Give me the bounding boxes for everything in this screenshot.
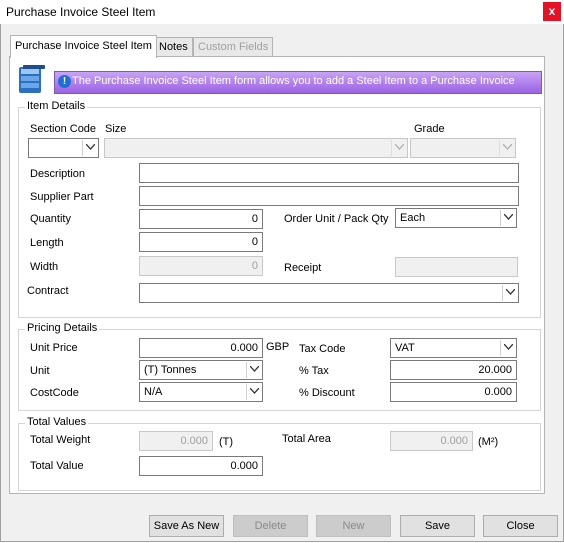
receipt-label: Receipt [284,262,322,274]
total-weight-field[interactable] [139,431,213,451]
new-button[interactable]: New [316,515,391,537]
cost-code-dropdown[interactable]: N/A [139,382,263,402]
chevron-down-icon [246,362,261,378]
chevron-down-icon [500,340,515,356]
total-weight-unit: (T) [219,436,234,448]
pct-tax-label: % Tax [299,365,329,377]
unit-label: Unit [30,365,50,377]
close-button[interactable]: Close [483,515,558,537]
contract-label: Contract [27,285,69,297]
grade-label: Grade [414,123,445,135]
total-area-unit: (M²) [478,436,499,448]
supplier-part-field[interactable] [139,186,519,206]
total-value-field[interactable] [139,456,263,476]
tax-code-dropdown[interactable]: VAT [390,338,517,358]
total-values-title: Total Values [25,416,89,428]
chevron-down-icon [82,140,97,156]
order-unit-value: Each [400,212,426,224]
order-unit-dropdown[interactable]: Each [395,208,517,228]
width-label: Width [30,261,59,273]
close-window-button[interactable]: x [543,2,561,21]
tab-custom-fields[interactable]: Custom Fields [193,37,274,57]
supplier-part-label: Supplier Part [30,191,94,203]
pricing-details-title: Pricing Details [25,322,100,334]
chevron-down-icon [502,285,517,301]
info-icon: ! [58,75,71,88]
total-area-label: Total Area [282,433,331,445]
pct-discount-label: % Discount [299,387,355,399]
currency-label: GBP [266,341,290,353]
order-unit-label: Order Unit / Pack Qty [284,213,389,225]
total-area-field[interactable] [390,431,473,451]
delete-button[interactable]: Delete [233,515,308,537]
info-banner: ! The Purchase Invoice Steel Item form a… [54,71,542,94]
contract-dropdown[interactable] [139,283,519,303]
section-code-label: Section Code [30,123,97,135]
unit-dropdown[interactable]: (T) Tonnes [139,360,263,380]
chevron-down-icon [500,210,515,226]
receipt-field[interactable] [395,257,518,277]
section-code-dropdown[interactable] [28,138,99,158]
quantity-label: Quantity [30,213,71,225]
pct-discount-field[interactable] [390,382,517,402]
length-label: Length [30,237,64,249]
save-button[interactable]: Save [400,515,475,537]
database-icon [18,64,46,96]
banner-text: The Purchase Invoice Steel Item form all… [72,75,515,87]
tax-code-value: VAT [395,342,415,354]
unit-value: (T) Tonnes [144,364,197,376]
description-label: Description [30,168,86,180]
quantity-field[interactable] [139,209,263,229]
chevron-down-icon [391,140,406,156]
chevron-down-icon [499,140,514,156]
cost-code-label: CostCode [30,387,79,399]
item-details-title: Item Details [25,100,88,112]
unit-price-label: Unit Price [30,342,78,354]
tab-purchase-invoice-steel-item[interactable]: Purchase Invoice Steel Item [10,35,157,58]
tab-notes[interactable]: Notes [154,37,193,57]
size-label: Size [105,123,127,135]
width-field[interactable] [139,256,263,276]
tax-code-label: Tax Code [299,343,346,355]
pct-tax-field[interactable] [390,360,517,380]
total-weight-label: Total Weight [30,434,91,446]
length-field[interactable] [139,232,263,252]
chevron-down-icon [246,384,261,400]
total-value-label: Total Value [30,460,84,472]
window-title: Purchase Invoice Steel Item [6,5,156,19]
description-field[interactable] [139,163,519,183]
unit-price-field[interactable] [139,338,263,358]
save-as-new-button[interactable]: Save As New [149,515,224,537]
cost-code-value: N/A [144,386,163,398]
size-dropdown[interactable] [104,138,408,158]
grade-dropdown[interactable] [410,138,516,158]
